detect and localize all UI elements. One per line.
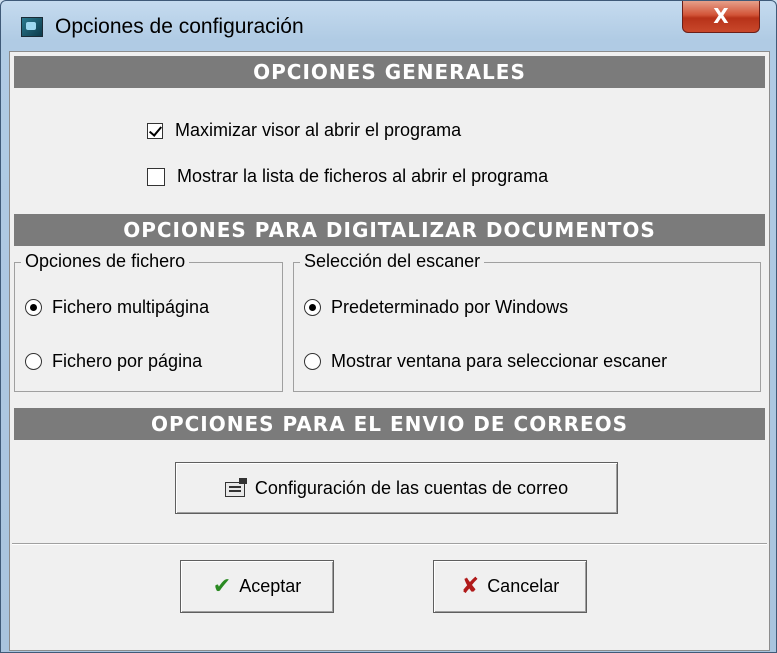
scanner-selection-group: Selección del escaner Predeterminado por… — [293, 251, 761, 392]
mail-accounts-button[interactable]: Configuración de las cuentas de correo — [175, 462, 618, 514]
checkmark-icon: ✔ — [212, 574, 232, 599]
app-icon — [21, 17, 43, 37]
per-page-label: Fichero por página — [52, 351, 203, 371]
show-file-list-label: Mostrar la lista de ficheros al abrir el… — [177, 166, 549, 186]
show-file-list-checkbox[interactable] — [147, 167, 165, 186]
radio-per-page[interactable]: Fichero por página — [25, 351, 202, 372]
per-page-radio[interactable] — [25, 353, 42, 370]
dialog-body: OPCIONES GENERALES Maximizar visor al ab… — [9, 51, 770, 651]
cancel-button[interactable]: ✘ Cancelar — [433, 560, 587, 613]
footer-separator — [12, 543, 767, 545]
radio-show-scanner-window[interactable]: Mostrar ventana para seleccionar escaner — [304, 351, 667, 372]
config-dialog: Opciones de configuración X OPCIONES GEN… — [0, 0, 777, 653]
show-scanner-window-radio[interactable] — [304, 353, 321, 370]
multipage-label: Fichero multipágina — [52, 297, 210, 317]
config-card-icon — [224, 478, 249, 498]
default-windows-radio[interactable] — [304, 299, 321, 316]
scan-options-header: OPCIONES PARA DIGITALIZAR DOCUMENTOS — [14, 214, 765, 246]
mail-accounts-label: Configuración de las cuentas de correo — [254, 477, 569, 498]
accept-label: Aceptar — [239, 576, 302, 596]
radio-default-windows[interactable]: Predeterminado por Windows — [304, 297, 568, 318]
maximize-viewer-checkbox[interactable] — [147, 122, 163, 139]
show-file-list-option[interactable]: Mostrar la lista de ficheros al abrir el… — [147, 166, 548, 187]
multipage-radio[interactable] — [25, 299, 42, 316]
file-options-group: Opciones de fichero Fichero multipágina … — [14, 251, 283, 392]
file-options-legend: Opciones de fichero — [21, 251, 190, 272]
maximize-viewer-label: Maximizar visor al abrir el programa — [175, 120, 462, 140]
show-scanner-window-label: Mostrar ventana para seleccionar escaner — [331, 351, 668, 371]
scanner-selection-legend: Selección del escaner — [300, 251, 485, 272]
title-bar[interactable]: Opciones de configuración X — [1, 1, 777, 51]
window-title: Opciones de configuración — [55, 15, 304, 38]
radio-multipage[interactable]: Fichero multipágina — [25, 297, 209, 318]
default-windows-label: Predeterminado por Windows — [331, 297, 569, 317]
cancel-label: Cancelar — [487, 576, 560, 596]
accept-button[interactable]: ✔ Aceptar — [180, 560, 334, 613]
maximize-viewer-option[interactable]: Maximizar visor al abrir el programa — [147, 120, 461, 141]
close-button[interactable]: X — [682, 1, 760, 33]
red-x-icon: ✘ — [460, 574, 480, 599]
mail-options-header: OPCIONES PARA EL ENVIO DE CORREOS — [14, 408, 765, 440]
general-options-header: OPCIONES GENERALES — [14, 56, 765, 88]
